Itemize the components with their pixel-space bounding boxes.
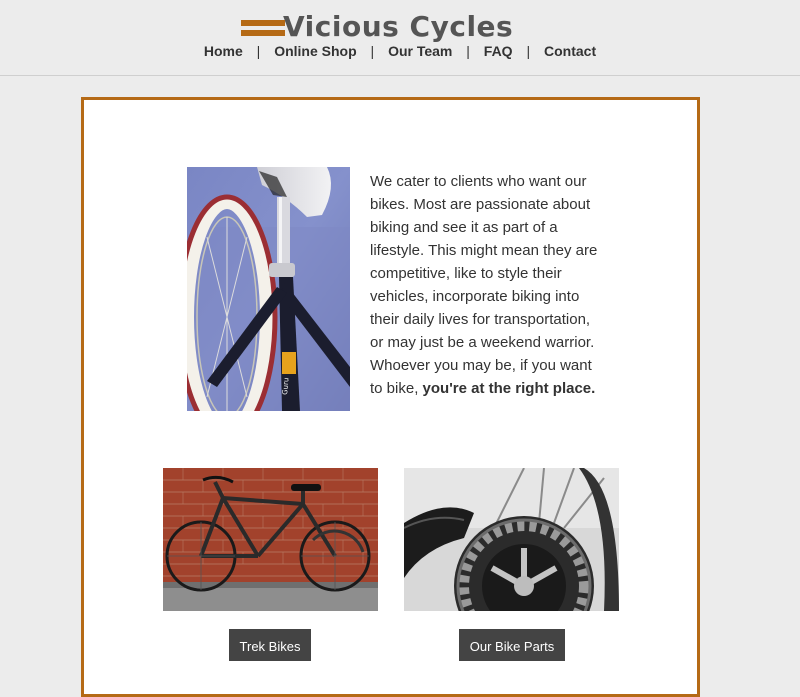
intro-emphasis: you're at the right place. [422, 380, 596, 397]
logo-text: Vicious Cycles [283, 10, 514, 43]
nav-separator: | [466, 43, 470, 59]
logo-mark-icon [241, 16, 285, 38]
site-logo[interactable]: Vicious Cycles [241, 10, 513, 44]
nav-our-team[interactable]: Our Team [388, 43, 452, 59]
nav-separator: | [526, 43, 531, 59]
nav-separator: | [370, 43, 375, 59]
nav-separator: | [256, 43, 261, 59]
our-bike-parts-button[interactable]: Our Bike Parts [459, 629, 565, 661]
trek-bike-photo[interactable] [163, 468, 378, 611]
nav-online-shop[interactable]: Online Shop [274, 43, 356, 59]
content-card: Guru We cater to clients who want our bi… [81, 97, 700, 697]
intro-text: We cater to clients who want our bikes. … [370, 173, 598, 397]
main-nav: Home | Online Shop | Our Team | FAQ | Co… [0, 43, 800, 59]
svg-text:Guru: Guru [281, 377, 290, 395]
site-header: Vicious Cycles Home | Online Shop | Our … [0, 0, 800, 76]
intro-paragraph: We cater to clients who want our bikes. … [370, 170, 605, 400]
bike-parts-photo[interactable] [404, 468, 619, 611]
nav-home[interactable]: Home [204, 43, 243, 59]
nav-contact[interactable]: Contact [544, 43, 596, 59]
trek-bikes-button[interactable]: Trek Bikes [229, 629, 311, 661]
nav-faq[interactable]: FAQ [484, 43, 513, 59]
intro-bike-photo: Guru [187, 167, 350, 411]
